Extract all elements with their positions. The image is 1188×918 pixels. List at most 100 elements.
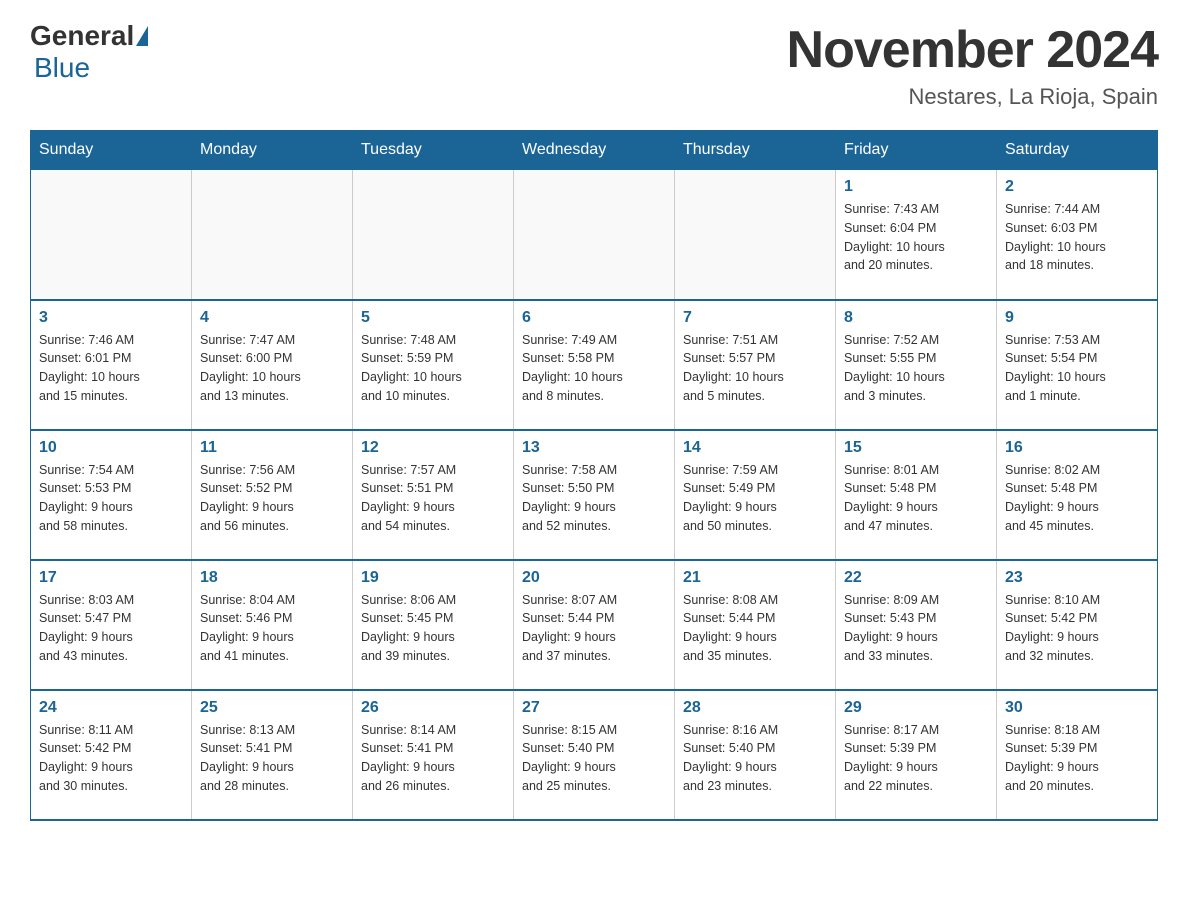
day-number: 29 [844,699,988,717]
calendar-week-row: 17Sunrise: 8:03 AM Sunset: 5:47 PM Dayli… [31,560,1158,690]
day-number: 9 [1005,309,1149,327]
day-info: Sunrise: 8:18 AM Sunset: 5:39 PM Dayligh… [1005,721,1149,796]
calendar-cell: 24Sunrise: 8:11 AM Sunset: 5:42 PM Dayli… [31,690,192,820]
weekday-header-monday: Monday [192,131,353,170]
day-number: 4 [200,309,344,327]
calendar-cell: 5 Sunrise: 7:48 AM Sunset: 5:59 PM Daylig… [353,300,514,430]
day-number: 14 [683,439,827,457]
day-info: Sunrise: 8:15 AM Sunset: 5:40 PM Dayligh… [522,721,666,796]
calendar-cell [514,170,675,300]
day-number: 24 [39,699,183,717]
weekday-header-sunday: Sunday [31,131,192,170]
day-number: 27 [522,699,666,717]
day-number: 1 [844,178,988,196]
calendar-cell: 17Sunrise: 8:03 AM Sunset: 5:47 PM Dayli… [31,560,192,690]
calendar-cell [675,170,836,300]
day-info: Sunrise: 7:59 AM Sunset: 5:49 PM Dayligh… [683,461,827,536]
day-info: Sunrise: 8:07 AM Sunset: 5:44 PM Dayligh… [522,591,666,666]
calendar-cell: 12 Sunrise: 7:57 AM Sunset: 5:51 PM Dayli… [353,430,514,560]
day-info: Sunrise: 7:53 AM Sunset: 5:54 PM Dayligh… [1005,331,1149,406]
day-number: 2 [1005,178,1149,196]
day-info: Sunrise: 8:02 AM Sunset: 5:48 PM Dayligh… [1005,461,1149,536]
calendar-cell: 1 Sunrise: 7:43 AM Sunset: 6:04 PM Daylig… [836,170,997,300]
calendar-cell [31,170,192,300]
day-number: 26 [361,699,505,717]
calendar-cell: 27 Sunrise: 8:15 AM Sunset: 5:40 PM Dayli… [514,690,675,820]
day-number: 30 [1005,699,1149,717]
calendar-week-row: 1 Sunrise: 7:43 AM Sunset: 6:04 PM Daylig… [31,170,1158,300]
day-info: Sunrise: 7:51 AM Sunset: 5:57 PM Dayligh… [683,331,827,406]
calendar-cell: 3 Sunrise: 7:46 AM Sunset: 6:01 PM Daylig… [31,300,192,430]
calendar-cell: 28 Sunrise: 8:16 AM Sunset: 5:40 PM Dayli… [675,690,836,820]
day-number: 23 [1005,569,1149,587]
day-number: 3 [39,309,183,327]
day-info: Sunrise: 8:13 AM Sunset: 5:41 PM Dayligh… [200,721,344,796]
day-info: Sunrise: 8:09 AM Sunset: 5:43 PM Dayligh… [844,591,988,666]
calendar-cell: 10 Sunrise: 7:54 AM Sunset: 5:53 PM Dayli… [31,430,192,560]
day-info: Sunrise: 7:43 AM Sunset: 6:04 PM Dayligh… [844,200,988,275]
day-number: 20 [522,569,666,587]
day-info: Sunrise: 7:46 AM Sunset: 6:01 PM Dayligh… [39,331,183,406]
day-info: Sunrise: 8:01 AM Sunset: 5:48 PM Dayligh… [844,461,988,536]
title-section: November 2024 Nestares, La Rioja, Spain [787,20,1158,110]
day-number: 10 [39,439,183,457]
calendar-cell: 4Sunrise: 7:47 AM Sunset: 6:00 PM Daylig… [192,300,353,430]
page-header: General Blue November 2024 Nestares, La … [30,20,1158,110]
calendar-cell: 15 Sunrise: 8:01 AM Sunset: 5:48 PM Dayli… [836,430,997,560]
weekday-header-tuesday: Tuesday [353,131,514,170]
calendar-cell: 22Sunrise: 8:09 AM Sunset: 5:43 PM Dayli… [836,560,997,690]
day-info: Sunrise: 8:08 AM Sunset: 5:44 PM Dayligh… [683,591,827,666]
calendar-cell [192,170,353,300]
day-number: 25 [200,699,344,717]
calendar-cell: 23Sunrise: 8:10 AM Sunset: 5:42 PM Dayli… [997,560,1158,690]
day-info: Sunrise: 7:49 AM Sunset: 5:58 PM Dayligh… [522,331,666,406]
month-title: November 2024 [787,20,1158,80]
day-number: 11 [200,439,344,457]
day-info: Sunrise: 7:48 AM Sunset: 5:59 PM Dayligh… [361,331,505,406]
calendar-cell: 8 Sunrise: 7:52 AM Sunset: 5:55 PM Daylig… [836,300,997,430]
weekday-header-row: SundayMondayTuesdayWednesdayThursdayFrid… [31,131,1158,170]
day-number: 16 [1005,439,1149,457]
day-number: 8 [844,309,988,327]
location-title: Nestares, La Rioja, Spain [787,84,1158,110]
calendar-cell: 29 Sunrise: 8:17 AM Sunset: 5:39 PM Dayli… [836,690,997,820]
calendar-cell: 14 Sunrise: 7:59 AM Sunset: 5:49 PM Dayli… [675,430,836,560]
day-info: Sunrise: 8:03 AM Sunset: 5:47 PM Dayligh… [39,591,183,666]
calendar-week-row: 24Sunrise: 8:11 AM Sunset: 5:42 PM Dayli… [31,690,1158,820]
weekday-header-friday: Friday [836,131,997,170]
calendar-cell: 21 Sunrise: 8:08 AM Sunset: 5:44 PM Dayli… [675,560,836,690]
day-number: 19 [361,569,505,587]
calendar-cell [353,170,514,300]
day-number: 7 [683,309,827,327]
weekday-header-saturday: Saturday [997,131,1158,170]
day-info: Sunrise: 8:16 AM Sunset: 5:40 PM Dayligh… [683,721,827,796]
calendar-cell: 16 Sunrise: 8:02 AM Sunset: 5:48 PM Dayli… [997,430,1158,560]
day-info: Sunrise: 8:17 AM Sunset: 5:39 PM Dayligh… [844,721,988,796]
day-number: 18 [200,569,344,587]
calendar-cell: 18Sunrise: 8:04 AM Sunset: 5:46 PM Dayli… [192,560,353,690]
day-number: 13 [522,439,666,457]
day-number: 12 [361,439,505,457]
day-number: 6 [522,309,666,327]
day-info: Sunrise: 7:52 AM Sunset: 5:55 PM Dayligh… [844,331,988,406]
day-info: Sunrise: 7:54 AM Sunset: 5:53 PM Dayligh… [39,461,183,536]
day-info: Sunrise: 7:44 AM Sunset: 6:03 PM Dayligh… [1005,200,1149,275]
calendar-cell: 25 Sunrise: 8:13 AM Sunset: 5:41 PM Dayli… [192,690,353,820]
day-info: Sunrise: 7:57 AM Sunset: 5:51 PM Dayligh… [361,461,505,536]
day-number: 15 [844,439,988,457]
calendar-table: SundayMondayTuesdayWednesdayThursdayFrid… [30,130,1158,821]
calendar-cell: 20 Sunrise: 8:07 AM Sunset: 5:44 PM Dayli… [514,560,675,690]
calendar-week-row: 10 Sunrise: 7:54 AM Sunset: 5:53 PM Dayli… [31,430,1158,560]
day-info: Sunrise: 7:56 AM Sunset: 5:52 PM Dayligh… [200,461,344,536]
calendar-cell: 30 Sunrise: 8:18 AM Sunset: 5:39 PM Dayli… [997,690,1158,820]
day-number: 28 [683,699,827,717]
day-number: 5 [361,309,505,327]
logo: General Blue [30,20,150,84]
day-info: Sunrise: 8:06 AM Sunset: 5:45 PM Dayligh… [361,591,505,666]
day-number: 21 [683,569,827,587]
day-info: Sunrise: 7:58 AM Sunset: 5:50 PM Dayligh… [522,461,666,536]
weekday-header-thursday: Thursday [675,131,836,170]
logo-triangle-icon [136,26,148,46]
calendar-cell: 13 Sunrise: 7:58 AM Sunset: 5:50 PM Dayli… [514,430,675,560]
logo-general-text: General [30,20,134,52]
